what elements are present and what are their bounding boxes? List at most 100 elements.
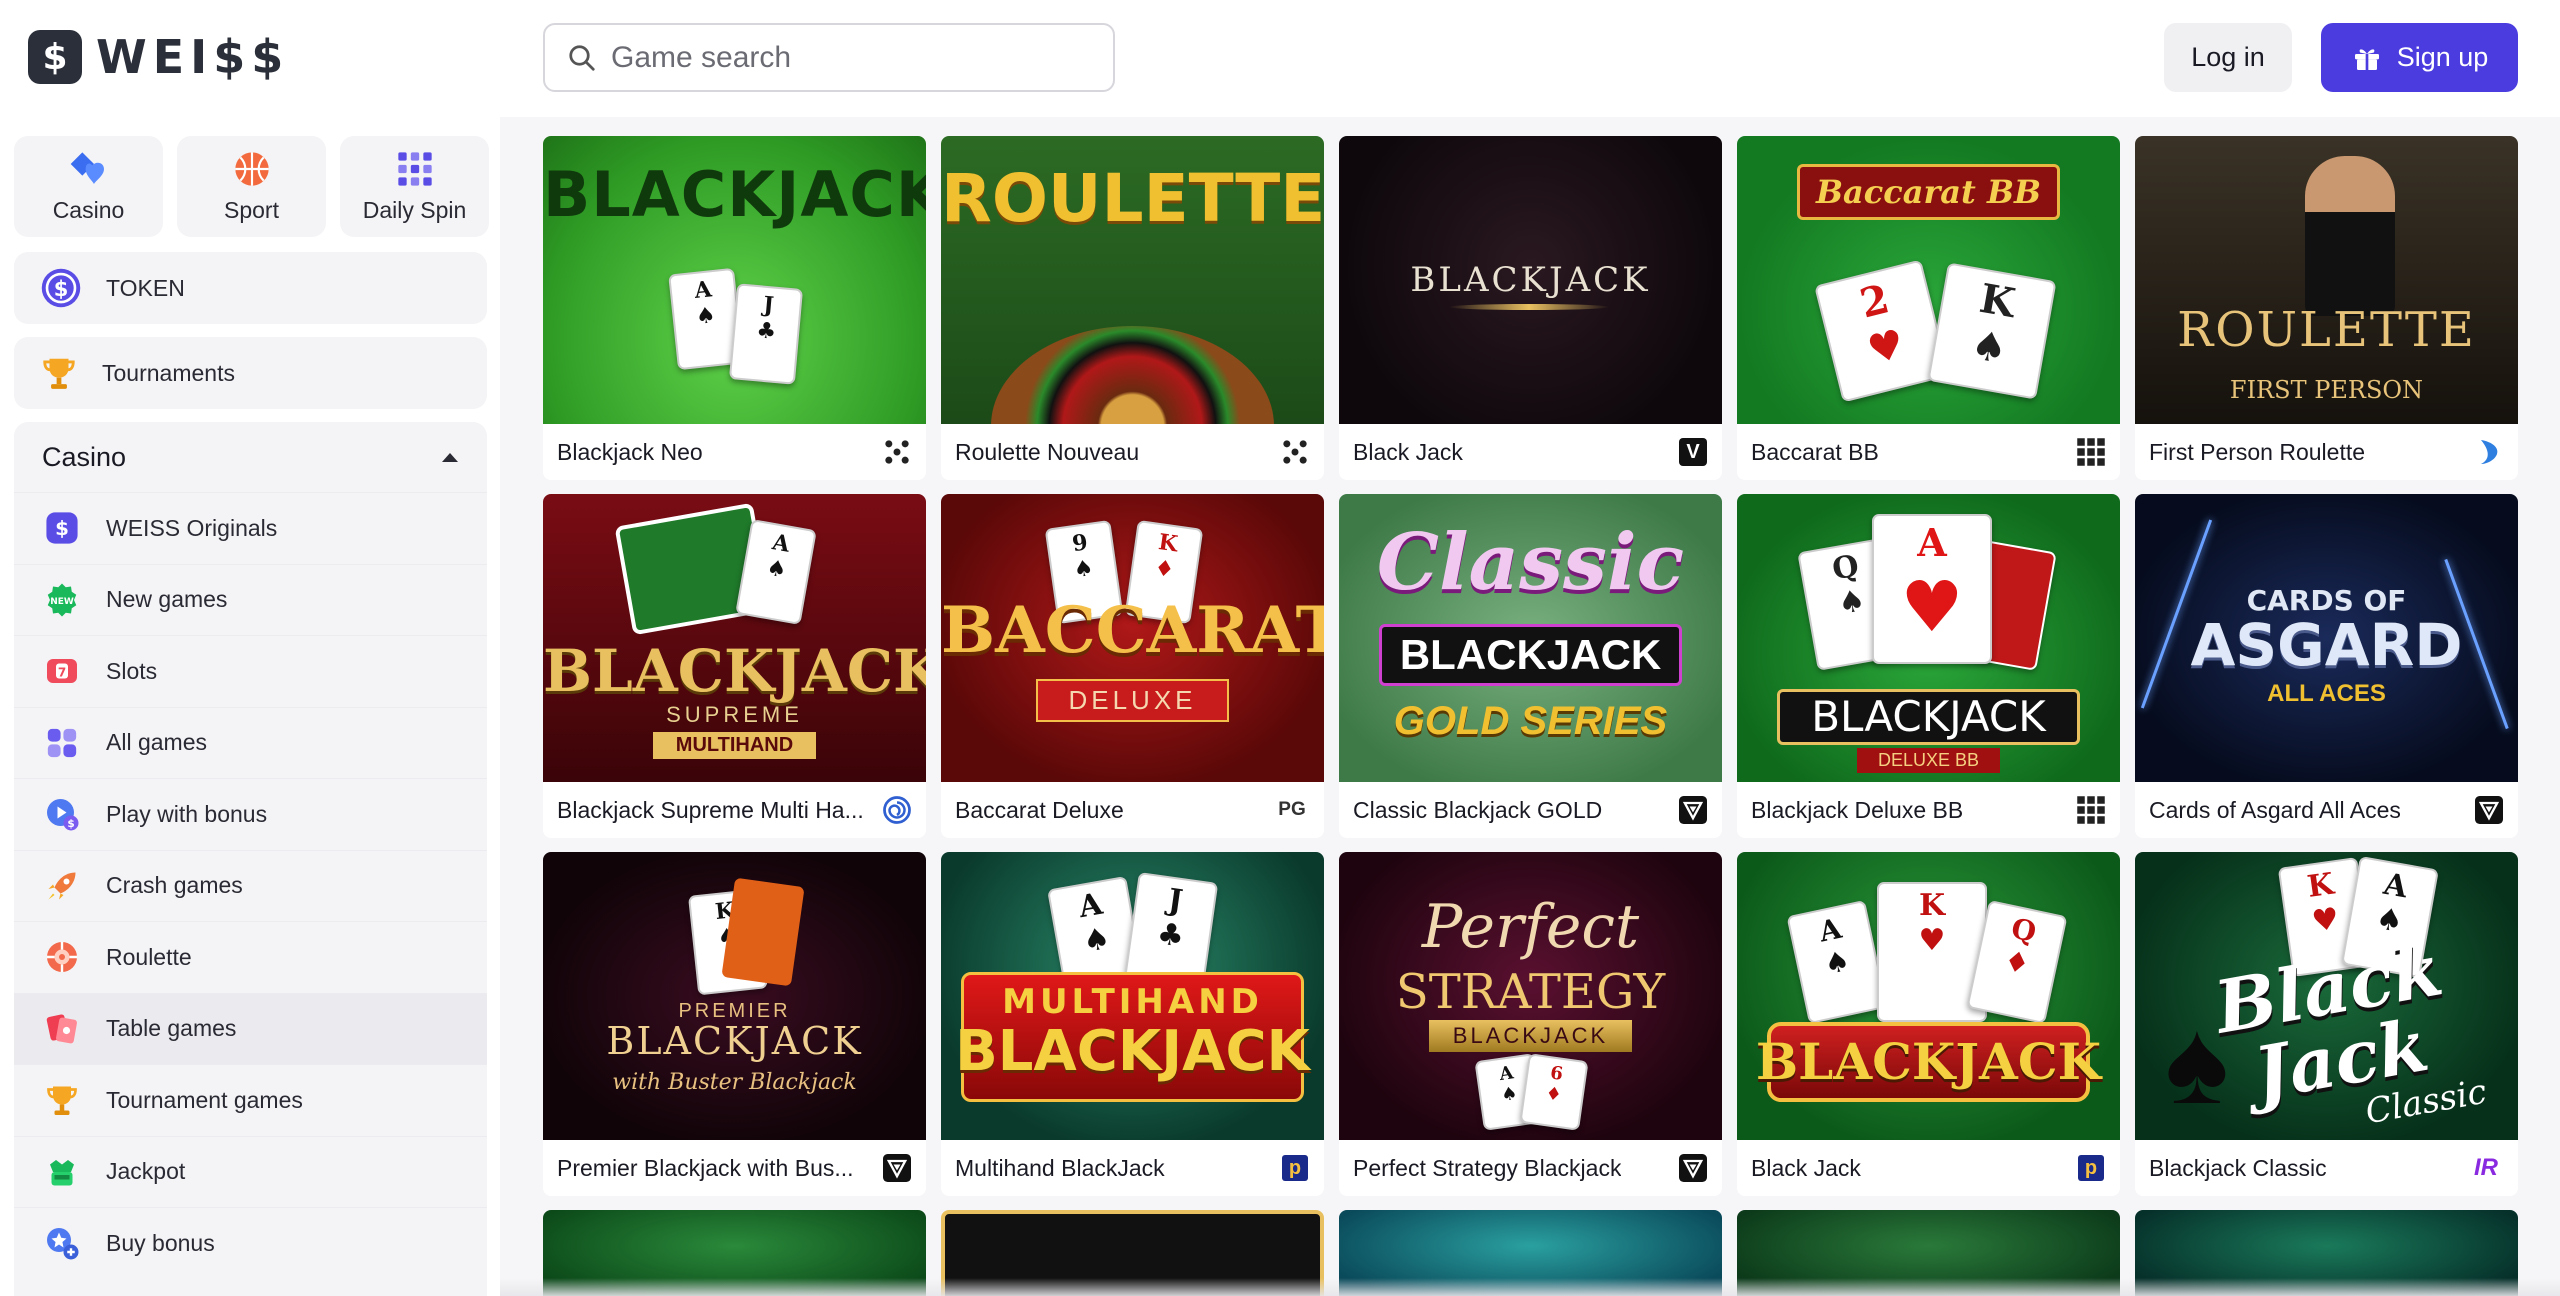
game-thumbnail: CARDS OF ASGARD ALL ACES bbox=[2135, 494, 2518, 782]
triangle-provider-icon bbox=[1678, 1153, 1708, 1183]
game-title: Black Jack bbox=[1751, 1154, 1861, 1181]
game-card-footer: Blackjack Supreme Multi Ha... bbox=[543, 782, 926, 838]
game-thumbnail: ROULETTE bbox=[941, 136, 1324, 424]
game-art-title: BACCARAT bbox=[941, 593, 1324, 668]
sidebar-item-tournaments-label: Tournaments bbox=[102, 359, 235, 386]
game-title: Perfect Strategy Blackjack bbox=[1353, 1154, 1622, 1181]
sidebar-item-new-games[interactable]: NEW New games bbox=[14, 563, 487, 636]
game-card[interactable]: BLACKJACK Black Jack V bbox=[1339, 136, 1722, 480]
sidebar-item-weiss-originals[interactable]: $ WEISS Originals bbox=[14, 492, 487, 564]
triangle-provider-icon bbox=[882, 1153, 912, 1183]
game-art-title: BLACKJACK bbox=[543, 158, 926, 231]
game-art-tag: BLACKJACK bbox=[1429, 1020, 1632, 1052]
game-card-footer: Black Jack V bbox=[1339, 424, 1722, 480]
weiss-logo[interactable]: $ WEI$$ bbox=[28, 30, 289, 84]
sidebar-item-token-label: TOKEN bbox=[106, 274, 185, 301]
game-card[interactable]: K ♥ A ♠ ♠ Black Jack Classic Blackjack Cla… bbox=[2135, 852, 2518, 1196]
bonus-play-icon: $ bbox=[44, 796, 80, 832]
game-card[interactable]: Classic BLACKJACK GOLD SERIES Classic Bl… bbox=[1339, 494, 1722, 838]
sidebar-item-label: Roulette bbox=[106, 943, 192, 970]
game-art-title: BLACKJACK bbox=[606, 1019, 863, 1063]
game-art-title: Baccarat BB bbox=[1815, 173, 2042, 211]
game-card[interactable]: A ♠ K ♥ Q ♦ BLACKJACK Black Jack p bbox=[1737, 852, 2120, 1196]
game-title: Blackjack Classic bbox=[2149, 1154, 2327, 1181]
sidebar-item-tournaments[interactable]: Tournaments bbox=[14, 337, 487, 409]
sidebar-item-crash-games[interactable]: Crash games bbox=[14, 849, 487, 922]
evolution-provider-icon bbox=[2474, 437, 2504, 467]
tile-daily-spin[interactable]: Daily Spin bbox=[340, 136, 489, 237]
game-card[interactable]: ROULETTE FIRST PERSON First Person Roule… bbox=[2135, 136, 2518, 480]
chevron-up-icon[interactable] bbox=[439, 450, 461, 464]
sidebar-item-label: New games bbox=[106, 586, 228, 613]
game-title: Classic Blackjack GOLD bbox=[1353, 796, 1603, 823]
p-provider-icon: p bbox=[1280, 1153, 1310, 1183]
sidebar-item-table-games[interactable]: Table games bbox=[14, 992, 487, 1064]
tile-daily-spin-label: Daily Spin bbox=[362, 197, 467, 223]
game-card[interactable]: A ♠ BLACKJACK SUPREME MULTIHAND Blackjack… bbox=[543, 494, 926, 838]
game-thumbnail: BLACKJACK bbox=[1339, 136, 1722, 424]
game-card-footer: Multihand BlackJack p bbox=[941, 1140, 1324, 1196]
playing-card-art: J ♣ bbox=[728, 283, 804, 385]
game-card[interactable]: Q ♠ A ♥ BLACKJACK DELUXE BB Blackjack Delu… bbox=[1737, 494, 2120, 838]
sidebar-item-tournament-games[interactable]: Tournament games bbox=[14, 1064, 487, 1136]
game-card-footer: Black Jack p bbox=[1737, 1140, 2120, 1196]
game-card[interactable]: A ♠ J ♣ MULTIHAND BLACKJACK Multihand Blac… bbox=[941, 852, 1324, 1196]
game-search-input[interactable] bbox=[611, 40, 1091, 75]
game-card-footer: Blackjack Deluxe BB bbox=[1737, 782, 2120, 838]
game-search-box[interactable] bbox=[543, 23, 1115, 92]
triangle-provider-icon bbox=[1678, 795, 1708, 825]
logo-mark-icon: $ bbox=[28, 30, 82, 84]
game-art-title: BLACKJACK bbox=[1410, 260, 1651, 300]
game-thumbnail: BLACKJACK A ♠ J ♣ bbox=[543, 136, 926, 424]
sidebar-item-slots[interactable]: 7 Slots bbox=[14, 635, 487, 707]
gift-icon bbox=[2354, 48, 2379, 70]
rocket-icon bbox=[44, 868, 80, 904]
triangle-provider-icon bbox=[2474, 795, 2504, 825]
buy-bonus-icon bbox=[44, 1225, 80, 1261]
game-art-title: BLACKJACK bbox=[543, 637, 926, 705]
game-card[interactable]: 9 ♠ K ♦ BACCARAT DELUXE Baccarat Deluxe PG bbox=[941, 494, 1324, 838]
game-thumbnail: 9 ♠ K ♦ BACCARAT DELUXE bbox=[941, 494, 1324, 782]
gold-swoosh-art bbox=[1449, 304, 1609, 310]
login-button[interactable]: Log in bbox=[2164, 23, 2292, 92]
playing-card-art: A ♠ bbox=[1786, 899, 1888, 1025]
basketball-icon bbox=[234, 152, 269, 186]
game-card[interactable]: K♠ PREMIER BLACKJACK with Buster Blackja… bbox=[543, 852, 926, 1196]
game-title: Blackjack Neo bbox=[557, 438, 703, 465]
sidebar-item-label: All games bbox=[106, 729, 207, 756]
roulette-wheel-art bbox=[991, 326, 1274, 424]
game-card[interactable]: Perfect STRATEGY BLACKJACK A ♠ 6 ♦ Perfect… bbox=[1339, 852, 1722, 1196]
game-card-footer: Baccarat Deluxe PG bbox=[941, 782, 1324, 838]
game-card[interactable]: ROULETTE Roulette Nouveau bbox=[941, 136, 1324, 480]
game-art-subtitle: FIRST PERSON bbox=[2229, 376, 2424, 404]
casino-section-header[interactable]: Casino bbox=[14, 422, 487, 492]
tile-casino[interactable]: Casino bbox=[14, 136, 163, 237]
game-thumbnail: K ♥ A ♠ ♠ Black Jack Classic bbox=[2135, 852, 2518, 1140]
game-card-footer: Blackjack Classic IR bbox=[2135, 1140, 2518, 1196]
sidebar-item-play-with-bonus[interactable]: $ Play with bonus bbox=[14, 778, 487, 850]
game-art-tag: GOLD SERIES bbox=[1393, 699, 1668, 743]
game-card[interactable]: BLACKJACK A ♠ J ♣ Blackjack Neo bbox=[543, 136, 926, 480]
sidebar-item-roulette[interactable]: Roulette bbox=[14, 921, 487, 993]
sidebar-item-label: Play with bonus bbox=[106, 800, 268, 827]
game-art-subtitle: SUPREME bbox=[666, 702, 803, 727]
playing-card-art: 6 ♦ bbox=[1519, 1053, 1589, 1131]
originals-icon: $ bbox=[44, 510, 80, 546]
signup-button[interactable]: Sign up bbox=[2321, 23, 2518, 92]
game-thumbnail: K♠ PREMIER BLACKJACK with Buster Blackja… bbox=[543, 852, 926, 1140]
game-art-title: ROULETTE bbox=[941, 160, 1324, 237]
sidebar-item-token[interactable]: $ TOKEN bbox=[14, 252, 487, 324]
sidebar-item-all-games[interactable]: All games bbox=[14, 706, 487, 779]
tile-sport[interactable]: Sport bbox=[177, 136, 326, 237]
sidebar-item-jackpot[interactable]: Jackpot bbox=[14, 1135, 487, 1208]
game-art-title: BLACKJACK bbox=[955, 1019, 1310, 1084]
trophy-icon bbox=[43, 358, 75, 389]
game-title: Baccarat Deluxe bbox=[955, 796, 1124, 823]
token-coin-icon: $ bbox=[41, 268, 81, 308]
game-card[interactable]: Baccarat BB 2 ♥ K ♠ Baccarat BB bbox=[1737, 136, 2120, 480]
game-art-subtitle: MULTIHAND bbox=[1002, 982, 1263, 1022]
dots-provider-icon bbox=[882, 437, 912, 467]
game-card[interactable]: CARDS OF ASGARD ALL ACES Cards of Asgard… bbox=[2135, 494, 2518, 838]
game-thumbnail: A ♠ J ♣ MULTIHAND BLACKJACK bbox=[941, 852, 1324, 1140]
sidebar-item-buy-bonus[interactable]: Buy bonus bbox=[14, 1207, 487, 1279]
